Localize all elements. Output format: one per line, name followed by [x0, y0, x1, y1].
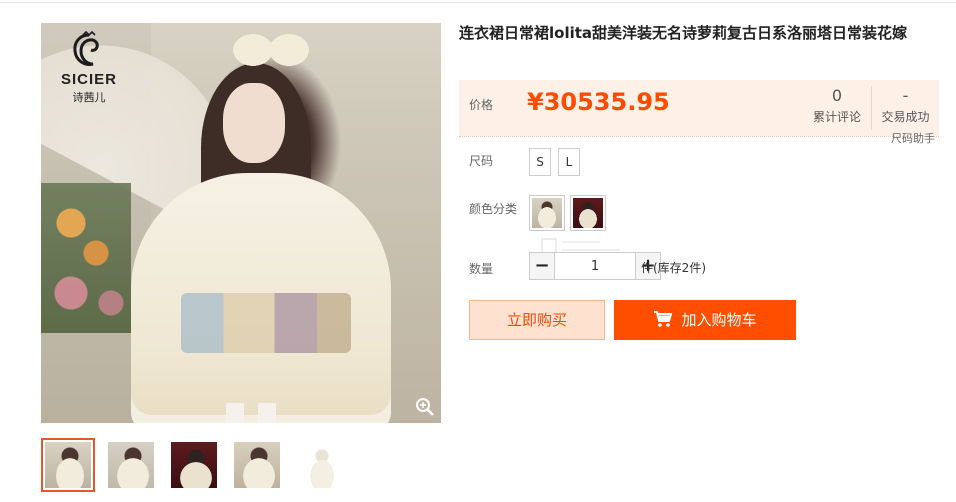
review-count-stat[interactable]: 0 累计评论: [803, 86, 871, 130]
size-option-l[interactable]: L: [558, 148, 580, 176]
image-flowers: [41, 183, 131, 333]
price-divider: [459, 136, 939, 137]
image-model-legs: [216, 403, 286, 423]
stock-info: 件(库存2件): [641, 261, 706, 275]
trade-count: -: [902, 86, 909, 105]
thumbnail-4[interactable]: [230, 438, 284, 492]
brand-name: SICIER: [60, 71, 117, 88]
image-dress-print: [181, 293, 351, 353]
price-label: 价格: [469, 98, 494, 112]
trade-count-stat: - 交易成功: [871, 86, 939, 130]
product-main-image[interactable]: SICIER 诗茜儿: [41, 23, 441, 423]
product-title: 连衣裙日常裙lolita甜美洋装无名诗萝莉复古日系洛丽塔日常装花嫁: [459, 24, 908, 42]
page-top-divider: [0, 2, 956, 3]
image-hair-bow: [231, 33, 311, 67]
brand-mark-icon: [73, 31, 99, 66]
thumbnail-3[interactable]: [167, 438, 221, 492]
quantity-input[interactable]: [554, 252, 636, 280]
thumbnail-2[interactable]: [104, 438, 158, 492]
cart-icon: [654, 311, 673, 327]
thumbnail-1[interactable]: [41, 438, 95, 492]
buy-now-button[interactable]: 立即购买: [469, 300, 605, 340]
size-option-s[interactable]: S: [529, 148, 551, 176]
price-box: 价格 ¥30535.95 0 累计评论 - 交易成功: [459, 80, 939, 136]
thumbnail-5[interactable]: [293, 438, 347, 492]
review-count-label: 累计评论: [812, 110, 861, 124]
size-help-link[interactable]: 尺码助手: [891, 130, 935, 146]
quantity-label: 数量: [469, 262, 494, 276]
quantity-decrease-button[interactable]: −: [529, 252, 555, 280]
color-option-1[interactable]: [529, 195, 565, 231]
brand-sub-name: 诗茜儿: [72, 91, 106, 104]
add-to-cart-button[interactable]: 加入购物车: [614, 300, 796, 340]
size-label: 尺码: [469, 154, 494, 168]
brand-logo: SICIER 诗茜儿: [49, 31, 129, 111]
magnifier-icon[interactable]: [415, 397, 435, 417]
trade-count-label: 交易成功: [881, 110, 930, 124]
image-model-face: [223, 83, 285, 163]
color-option-2[interactable]: [570, 195, 606, 231]
price-value: ¥30535.95: [527, 88, 670, 116]
review-count: 0: [831, 86, 843, 105]
color-label: 颜色分类: [469, 202, 518, 216]
add-to-cart-label: 加入购物车: [681, 311, 757, 329]
